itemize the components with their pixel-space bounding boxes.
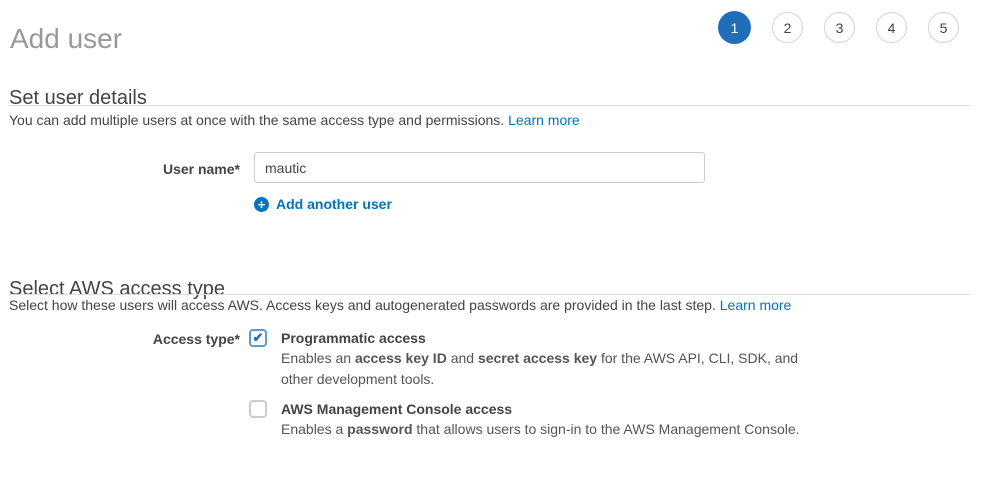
console-access-option: ✔ AWS Management Console access Enables …: [249, 399, 800, 440]
desc-text: Enables an: [281, 350, 355, 366]
section-divider: [9, 105, 970, 106]
user-details-intro-text: You can add multiple users at once with …: [9, 112, 505, 128]
desc-text: and: [446, 350, 478, 366]
desc-text: Enables a: [281, 421, 348, 437]
desc-bold-text: secret access key: [477, 350, 598, 366]
user-details-intro: You can add multiple users at once with …: [9, 111, 580, 129]
learn-more-link-access-type[interactable]: Learn more: [720, 297, 792, 313]
desc-bold-text: access key ID: [354, 350, 447, 366]
username-input[interactable]: [254, 152, 705, 183]
programmatic-access-description: Enables an access key ID and secret acce…: [281, 348, 798, 390]
step-indicator-3: 3: [824, 12, 855, 43]
add-another-user-button[interactable]: + Add another user: [254, 196, 392, 212]
access-type-label: Access type*: [152, 331, 240, 347]
section-divider: [9, 294, 970, 295]
console-access-description: Enables a password that allows users to …: [281, 419, 800, 440]
add-user-wizard-page: Add user 1 2 3 4 5 Set user details You …: [0, 0, 992, 491]
programmatic-access-option: ✔ Programmatic access Enables an access …: [249, 328, 798, 390]
desc-bold-text: password: [347, 421, 413, 437]
step-indicator-5: 5: [928, 12, 959, 43]
step-indicator-2: 2: [772, 12, 803, 43]
wizard-step-indicator: 1 2 3 4 5: [718, 11, 959, 44]
programmatic-access-text: Programmatic access Enables an access ke…: [281, 328, 798, 390]
access-type-intro: Select how these users will access AWS. …: [9, 296, 791, 314]
programmatic-access-checkbox[interactable]: ✔: [249, 329, 267, 347]
desc-text: that allows users to sign-in to the AWS …: [412, 421, 800, 437]
desc-text: other development tools.: [281, 371, 435, 387]
username-label: User name*: [162, 161, 240, 177]
step-indicator-1-active: 1: [718, 11, 751, 44]
page-title: Add user: [10, 22, 123, 54]
access-type-intro-text: Select how these users will access AWS. …: [9, 297, 716, 313]
step-indicator-4: 4: [876, 12, 907, 43]
console-access-name[interactable]: AWS Management Console access: [281, 399, 800, 419]
console-access-checkbox[interactable]: ✔: [249, 400, 267, 418]
programmatic-access-name[interactable]: Programmatic access: [281, 328, 798, 348]
add-another-user-label: Add another user: [276, 196, 392, 212]
desc-text: for the AWS API, CLI, SDK, and: [597, 350, 799, 366]
plus-icon: +: [254, 196, 269, 212]
console-access-text: AWS Management Console access Enables a …: [281, 399, 800, 440]
checkmark-icon: ✔: [252, 330, 264, 345]
learn-more-link-user-details[interactable]: Learn more: [508, 112, 580, 128]
